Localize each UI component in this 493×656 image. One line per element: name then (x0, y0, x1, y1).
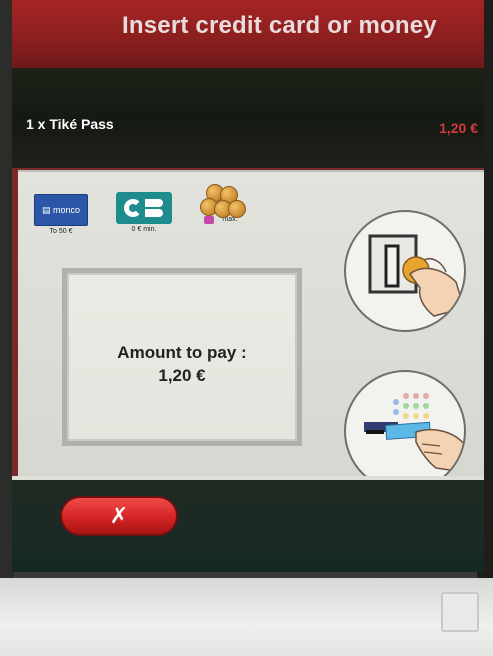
cb-card-logo (116, 192, 172, 224)
monco-logo: ▤ monco (34, 194, 88, 226)
cancel-button[interactable]: ✗ (60, 496, 178, 536)
amount-display: Amount to pay : 1,20 € (62, 268, 302, 446)
insert-card-illustration (344, 370, 466, 492)
cb-caption: 0 € min. (131, 226, 157, 233)
coins-logo (194, 182, 252, 224)
payment-method-coins: max. (194, 182, 252, 224)
screen-header: Insert credit card or money (12, 0, 484, 68)
screen-footer: ✗ (12, 476, 484, 572)
payment-panel: ▤ monco To 50 € 0 € min. max. Amount to … (18, 170, 484, 492)
device-bottom-plate (0, 578, 493, 656)
cart-summary: 1 x Tiké Pass 1,20 € (12, 68, 484, 168)
kiosk-screen: Insert credit card or money 1 x Tiké Pas… (12, 0, 484, 572)
insert-coin-illustration (344, 210, 466, 332)
payment-method-monco: ▤ monco To 50 € (34, 194, 88, 235)
cart-item-name: 1 x Tiké Pass (26, 116, 114, 132)
card-hand-icon (364, 393, 464, 473)
page-title: Insert credit card or money (122, 12, 437, 39)
payment-method-cb: 0 € min. (116, 192, 172, 233)
amount-value: 1,20 € (158, 366, 206, 385)
coin-hand-icon (368, 234, 464, 317)
device-corner-fixture (441, 592, 479, 632)
amount-label: Amount to pay : (117, 343, 247, 362)
cart-item-price: 1,20 € (439, 120, 478, 136)
monco-caption: To 50 € (49, 228, 73, 235)
